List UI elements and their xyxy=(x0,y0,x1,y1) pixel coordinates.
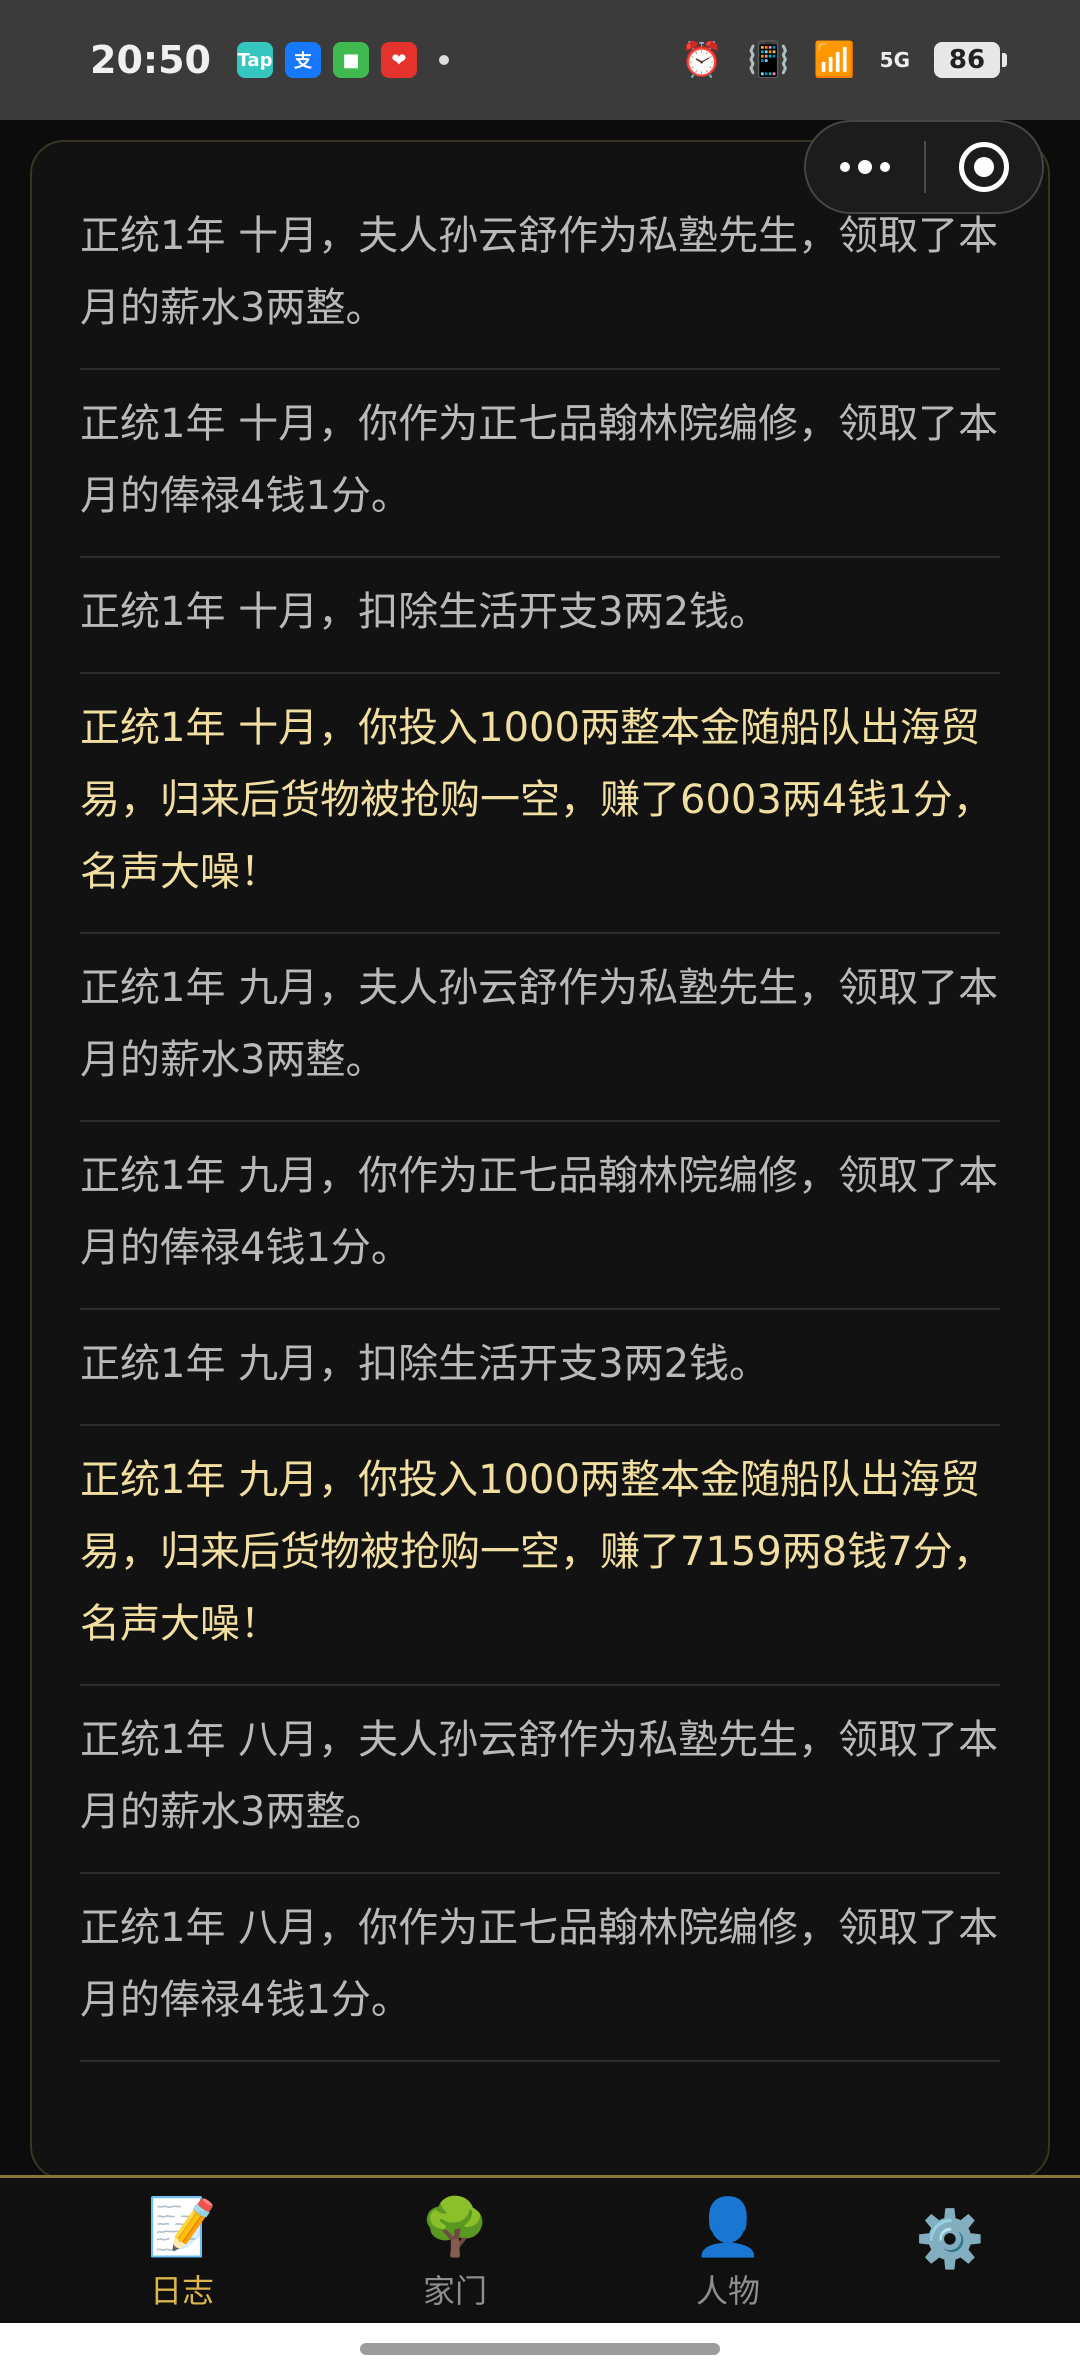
vibrate-icon: 📳 xyxy=(746,40,790,80)
more-notifications-dot xyxy=(438,55,449,65)
memo-icon: 📝 xyxy=(147,2195,217,2260)
alipay-app-icon: 支 xyxy=(284,42,321,78)
system-status-icons: ⏰ 📳 📶 5G 86 xyxy=(680,40,1007,80)
taptap-app-icon: Tap xyxy=(236,42,273,78)
tab-log[interactable]: 📝 日志 xyxy=(82,2196,282,2312)
log-entry: 正统1年 八月，夫人孙云舒作为私塾先生，领取了本月的薪水3两整。 xyxy=(80,1686,1000,1874)
log-entry: 正统1年 十月，扣除生活开支3两2钱。 xyxy=(80,558,1000,674)
network-type: 5G xyxy=(879,48,910,72)
log-entry: 正统1年 八月，你作为正七品翰林院编修，领取了本月的俸禄4钱1分。 xyxy=(80,1874,1000,2062)
log-entry: 正统1年 九月，扣除生活开支3两2钱。 xyxy=(80,1310,1000,1426)
tab-label: 日志 xyxy=(149,2272,214,2310)
more-dot-icon xyxy=(880,162,890,172)
gear-icon: ⚙️ xyxy=(915,2207,985,2272)
person-icon: 👤 xyxy=(693,2195,763,2260)
more-options-button[interactable] xyxy=(806,122,924,212)
tab-family[interactable]: 🌳 家门 xyxy=(355,2196,555,2312)
log-entry: 正统1年 九月，你投入1000两整本金随船队出海贸易，归来后货物被抢购一空，赚了… xyxy=(80,1426,1000,1686)
tab-label: 家门 xyxy=(422,2272,487,2310)
alarm-icon: ⏰ xyxy=(680,40,723,80)
wifi-icon: 📶 xyxy=(813,40,856,80)
log-entry: 正统1年 九月，你作为正七品翰林院编修，领取了本月的俸禄4钱1分。 xyxy=(80,1122,1000,1310)
more-dot-icon xyxy=(858,160,872,174)
home-gesture-bar[interactable] xyxy=(360,2343,720,2355)
log-entry: 正统1年 九月，夫人孙云舒作为私塾先生，领取了本月的薪水3两整。 xyxy=(80,934,1000,1122)
status-bar: 20:50 Tap 支 ■ ❤ ⏰ 📳 📶 5G 86 xyxy=(0,0,1080,120)
log-panel[interactable]: 正统1年 十月，夫人孙云舒作为私塾先生，领取了本月的薪水3两整。 正统1年 十月，… xyxy=(30,140,1050,2180)
battery-indicator: 86 xyxy=(934,42,1007,78)
green-app-icon: ■ xyxy=(332,42,369,78)
status-time: 20:50 xyxy=(90,38,211,82)
red-app-icon: ❤ xyxy=(380,42,417,78)
notification-app-icons: Tap 支 ■ ❤ xyxy=(236,42,417,78)
bottom-tab-bar: 📝 日志 🌳 家门 👤 人物 ⚙️ xyxy=(0,2175,1080,2323)
tab-settings[interactable]: ⚙️ xyxy=(850,2208,1050,2272)
miniprogram-capsule xyxy=(804,120,1044,214)
gesture-area xyxy=(0,2323,1080,2373)
tree-icon: 🌳 xyxy=(420,2195,490,2260)
tab-label: 人物 xyxy=(695,2272,760,2310)
tab-character[interactable]: 👤 人物 xyxy=(628,2196,828,2312)
log-entry: 正统1年 十月，你投入1000两整本金随船队出海贸易，归来后货物被抢购一空，赚了… xyxy=(80,674,1000,934)
close-miniprogram-button[interactable] xyxy=(926,142,1042,192)
more-dot-icon xyxy=(840,162,850,172)
log-list: 正统1年 十月，夫人孙云舒作为私塾先生，领取了本月的薪水3两整。 正统1年 十月，… xyxy=(32,142,1048,2062)
log-entry: 正统1年 十月，你作为正七品翰林院编修，领取了本月的俸禄4钱1分。 xyxy=(80,370,1000,558)
target-icon xyxy=(959,142,1009,192)
